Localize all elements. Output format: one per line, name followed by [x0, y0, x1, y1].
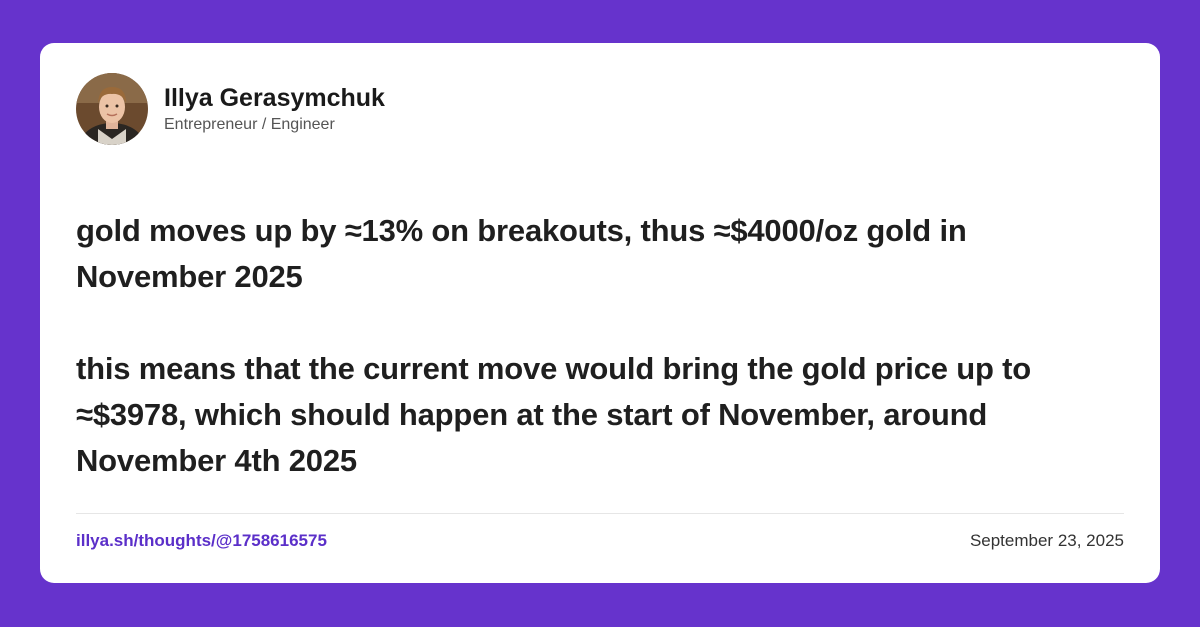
footer-divider	[76, 513, 1124, 514]
permalink[interactable]: illya.sh/thoughts/@1758616575	[76, 530, 327, 552]
post-body: gold moves up by ≈13% on breakouts, thus…	[76, 208, 1116, 484]
post-card: Illya Gerasymchuk Entrepreneur / Enginee…	[40, 43, 1160, 583]
post-paragraph: this means that the current move would b…	[76, 351, 1031, 478]
avatar-photo-icon	[76, 73, 148, 145]
avatar[interactable]	[76, 73, 148, 145]
author-role: Entrepreneur / Engineer	[164, 115, 335, 133]
author-name[interactable]: Illya Gerasymchuk	[164, 83, 385, 113]
post-header: Illya Gerasymchuk Entrepreneur / Enginee…	[76, 73, 385, 145]
post-paragraph: gold moves up by ≈13% on breakouts, thus…	[76, 213, 967, 294]
post-date: September 23, 2025	[969, 531, 1124, 550]
author-info: Illya Gerasymchuk Entrepreneur / Enginee…	[164, 83, 385, 136]
